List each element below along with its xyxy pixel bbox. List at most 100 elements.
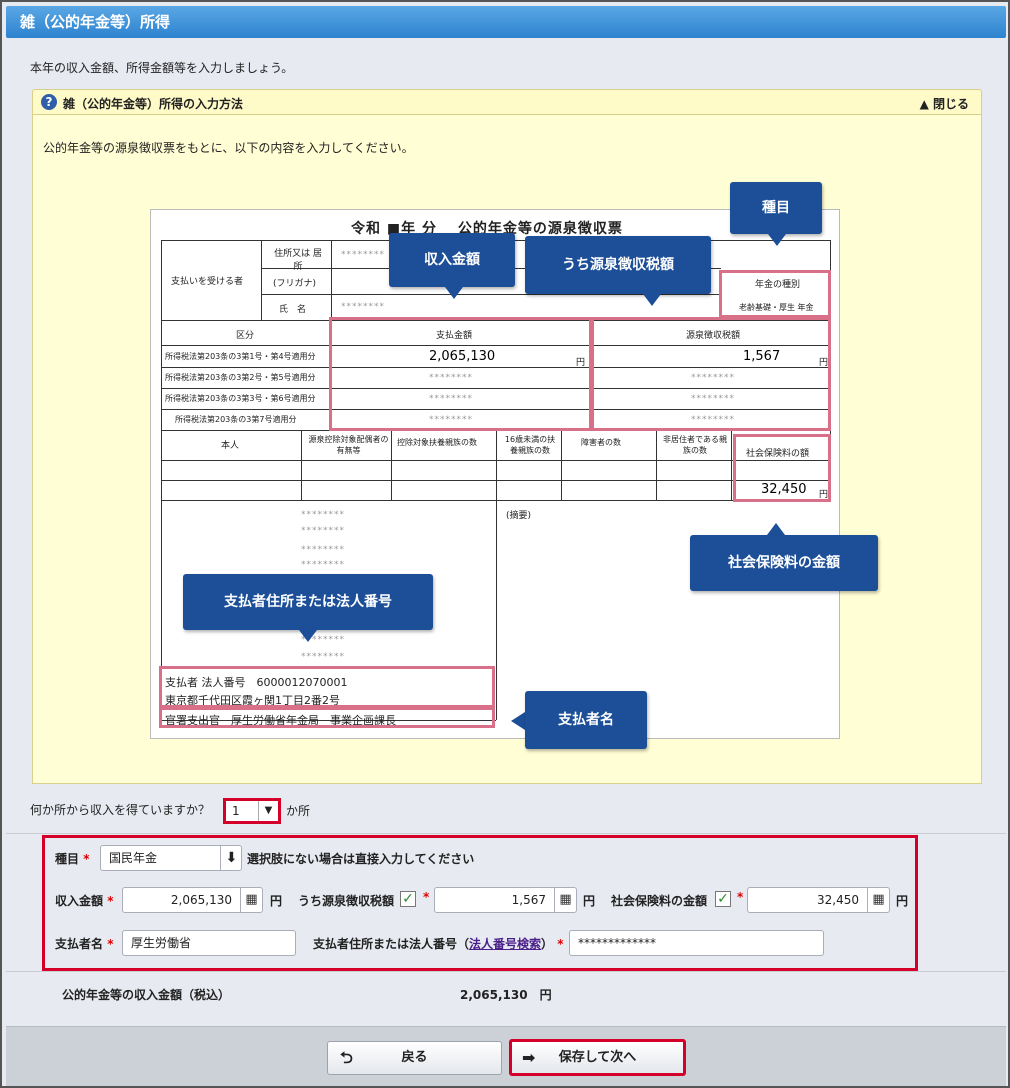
masked-field: ******** — [301, 526, 345, 536]
under16-label: 16歳未満の扶養親族の数 — [504, 435, 556, 455]
address-label: 住所又は 居所 — [274, 249, 322, 272]
name-label: 氏 名 — [279, 305, 307, 315]
remarks-label: (摘要) — [506, 511, 532, 521]
dependent-label: 控除対象扶養親族の数 — [397, 438, 477, 447]
payer-address-value: ************* — [578, 936, 656, 950]
payer-name-input[interactable]: 厚生労働省 — [122, 930, 296, 956]
masked-address: ******** — [341, 250, 385, 260]
grid-line — [261, 240, 262, 320]
masked-field: ******** — [301, 652, 345, 662]
withheld-value: 1,567 — [511, 893, 546, 907]
masked-field: ******** — [301, 560, 345, 570]
yen-unit: 円 — [270, 894, 283, 908]
callout-pointer — [768, 234, 786, 246]
calculator-icon[interactable]: ▦ — [240, 888, 262, 912]
close-howto-button[interactable]: ▲ 閉じる — [920, 95, 969, 112]
callout-social: 社会保険料の金額 — [690, 535, 878, 591]
howto-panel: 公的年金等の源泉徴収票をもとに、以下の内容を入力してください。 令和 ■年 分 … — [32, 115, 982, 784]
highlight-payer-address — [159, 666, 495, 708]
withheld-label: うち源泉徴収税額 — [298, 894, 395, 908]
page-title: 雑（公的年金等）所得 — [6, 6, 1006, 38]
howto-title: 雑（公的年金等）所得の入力方法 — [63, 97, 244, 111]
highlight-social — [733, 434, 831, 502]
divider — [6, 833, 1006, 834]
total-income-value: 2,065,130 円 — [460, 988, 552, 1002]
grid-line — [496, 500, 497, 720]
social-insurance-checkbox[interactable]: ✓ — [715, 891, 731, 907]
nonresident-label: 非居住者である親族の数 — [663, 435, 727, 455]
help-icon: ? — [41, 94, 57, 110]
payer-address-label: 支払者住所または法人番号（法人番号検索） * — [313, 937, 564, 951]
withholding-slip-illustration: 令和 ■年 分 公的年金等の源泉徴収票 支払いを受ける者 住所又は 居所 (フリ… — [150, 209, 840, 739]
spouse-label: 源泉控除対象配偶者の有無等 — [308, 435, 389, 455]
grid-line — [496, 430, 497, 500]
callout-pointer — [643, 294, 661, 306]
grid-line — [391, 430, 392, 500]
intro-text: 本年の収入金額、所得金額等を入力しましょう。 — [30, 61, 294, 75]
callout-income: 収入金額 — [389, 233, 515, 287]
income-value: 2,065,130 — [170, 893, 232, 907]
grid-line — [656, 430, 657, 500]
count-suffix: か所 — [286, 804, 311, 818]
save-next-button[interactable]: ➡ 保存して次へ — [509, 1039, 686, 1076]
howto-description: 公的年金等の源泉徴収票をもとに、以下の内容を入力してください。 — [43, 141, 414, 155]
callout-type: 種目 — [730, 182, 822, 234]
row-label-2: 所得税法第203条の3第2号・第5号適用分 — [165, 373, 316, 382]
callout-pointer — [299, 630, 317, 642]
masked-field: ******** — [301, 510, 345, 520]
required-mark: * — [423, 890, 430, 904]
window-frame: 雑（公的年金等）所得 本年の収入金額、所得金額等を入力しましょう。 ? 雑（公的… — [0, 0, 1010, 1088]
furigana-label: (フリガナ) — [273, 279, 317, 289]
calculator-icon[interactable]: ▦ — [554, 888, 576, 912]
type-value: 国民年金 — [109, 851, 158, 865]
callout-withheld: うち源泉徴収税額 — [525, 236, 711, 294]
back-button[interactable]: ⮌ 戻る — [327, 1041, 502, 1075]
highlight-withheld — [591, 317, 831, 431]
howto-header: ? 雑（公的年金等）所得の入力方法 ▲ 閉じる — [32, 89, 982, 115]
return-arrow-icon: ⮌ — [340, 1048, 353, 1067]
masked-field: ******** — [301, 545, 345, 555]
highlight-payer-name — [159, 707, 495, 728]
yen-unit: 円 — [896, 894, 909, 908]
save-next-button-label: 保存して次へ — [558, 1050, 637, 1065]
total-income-label: 公的年金等の収入金額（税込） — [62, 988, 231, 1002]
grid-line — [731, 430, 732, 500]
callout-payer-address: 支払者住所または法人番号 — [183, 574, 433, 630]
social-insurance-label: 社会保険料の金額 — [611, 894, 708, 908]
payer-name-label: 支払者名 * — [55, 937, 114, 951]
type-label: 種目 * — [55, 852, 90, 866]
divider — [6, 971, 1006, 972]
yen-unit: 円 — [583, 894, 596, 908]
category-label: 区分 — [236, 331, 255, 341]
location-count-value: 1 — [232, 804, 240, 818]
income-label: 収入金額 * — [55, 894, 114, 908]
calculator-icon[interactable]: ▦ — [867, 888, 889, 912]
disabled-label: 障害者の数 — [581, 438, 621, 447]
location-count-select[interactable]: 1 ▼ — [223, 798, 281, 824]
masked-name: ******** — [341, 302, 385, 312]
withheld-checkbox[interactable]: ✓ — [400, 891, 416, 907]
back-button-label: 戻る — [401, 1050, 428, 1065]
entry-form: 種目 * 国民年金 ⬇ 選択肢にない場合は直接入力してください 収入金額 * 2… — [42, 835, 918, 971]
highlight-income — [329, 317, 592, 431]
dropdown-arrow-icon[interactable]: ⬇ — [220, 846, 242, 870]
right-arrow-icon: ➡ — [522, 1048, 536, 1067]
corporate-number-lookup-link[interactable]: 法人番号検索 — [469, 937, 541, 951]
payer-address-input[interactable]: ************* — [569, 930, 824, 956]
self-label: 本人 — [221, 441, 240, 451]
callout-payer-name: 支払者名 — [525, 691, 647, 749]
grid-line — [331, 240, 332, 320]
highlight-type — [719, 270, 831, 318]
count-question: 何か所から収入を得ていますか？ — [30, 803, 211, 817]
recipient-label: 支払いを受ける者 — [171, 277, 244, 287]
type-hint: 選択肢にない場合は直接入力してください — [247, 852, 475, 866]
row-label-4: 所得税法第203条の3第7号適用分 — [175, 415, 297, 424]
required-mark: * — [737, 890, 744, 904]
callout-pointer — [445, 287, 463, 299]
callout-pointer — [767, 523, 785, 535]
chevron-down-icon[interactable]: ▼ — [258, 801, 278, 821]
row-label-1: 所得税法第203条の3第1号・第4号適用分 — [165, 352, 316, 361]
social-insurance-value: 32,450 — [817, 893, 859, 907]
footer-bar: ⮌ 戻る ➡ 保存して次へ — [6, 1026, 1006, 1086]
grid-line — [561, 430, 562, 500]
